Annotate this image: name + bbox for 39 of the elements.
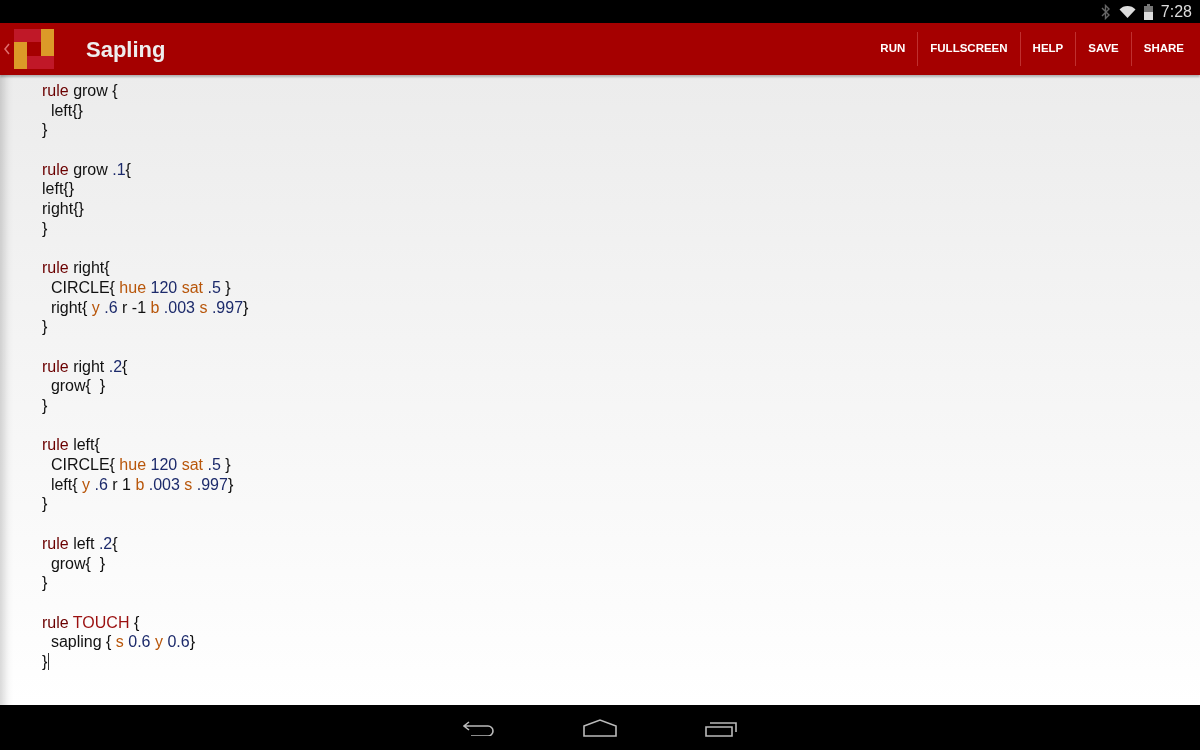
code-line: } <box>42 120 48 141</box>
code-line: left{} <box>42 179 75 200</box>
action-button[interactable]: FULLSCREEN <box>918 23 1020 75</box>
code-line: rule left .2{ <box>42 533 118 554</box>
action-button[interactable]: HELP <box>1020 23 1076 75</box>
code-line: } <box>42 218 48 239</box>
action-button[interactable]: SHARE <box>1131 23 1196 75</box>
code-line: rule grow { <box>42 81 118 101</box>
code-line: right{ y .6 r -1 b .003 s .997} <box>49 297 249 318</box>
code-line: } <box>42 573 48 593</box>
code-line: } <box>42 494 48 515</box>
code-line: left{ y .6 r 1 b .003 s .997} <box>49 474 234 495</box>
code-line: left{} <box>49 100 83 121</box>
code-line: grow{ } <box>49 553 106 574</box>
code-line: rule TOUCH { <box>42 612 140 633</box>
action-button[interactable]: SAVE <box>1076 23 1131 75</box>
code-line: rule grow .1{ <box>42 159 131 180</box>
battery-icon <box>1143 3 1153 20</box>
code-line: rule left{ <box>42 435 100 456</box>
code-line: sapling { s 0.6 y 0.6} <box>49 632 195 652</box>
code-line: CIRCLE{ hue 120 sat .5 } <box>49 455 231 475</box>
home-icon[interactable] <box>583 718 617 737</box>
code-line: grow{ } <box>49 376 106 396</box>
code-line: CIRCLE{ hue 120 sat .5 } <box>49 277 231 298</box>
clock-time: 7:28 <box>1160 1 1192 22</box>
app-logo-button[interactable] <box>4 29 54 69</box>
back-caret-icon <box>4 43 10 55</box>
code-line: right{} <box>42 199 84 219</box>
app-title: Sapling <box>85 35 166 64</box>
action-button[interactable]: RUN <box>868 23 918 75</box>
wifi-icon <box>1118 5 1136 18</box>
code-line: } <box>42 651 50 672</box>
code-line: rule right{ <box>42 258 110 278</box>
code-line: } <box>42 396 48 416</box>
code-line: } <box>42 317 48 337</box>
back-icon[interactable] <box>463 719 495 736</box>
bluetooth-icon <box>1100 3 1111 20</box>
logo-icon <box>14 29 54 69</box>
code-line: rule right .2{ <box>42 356 128 377</box>
